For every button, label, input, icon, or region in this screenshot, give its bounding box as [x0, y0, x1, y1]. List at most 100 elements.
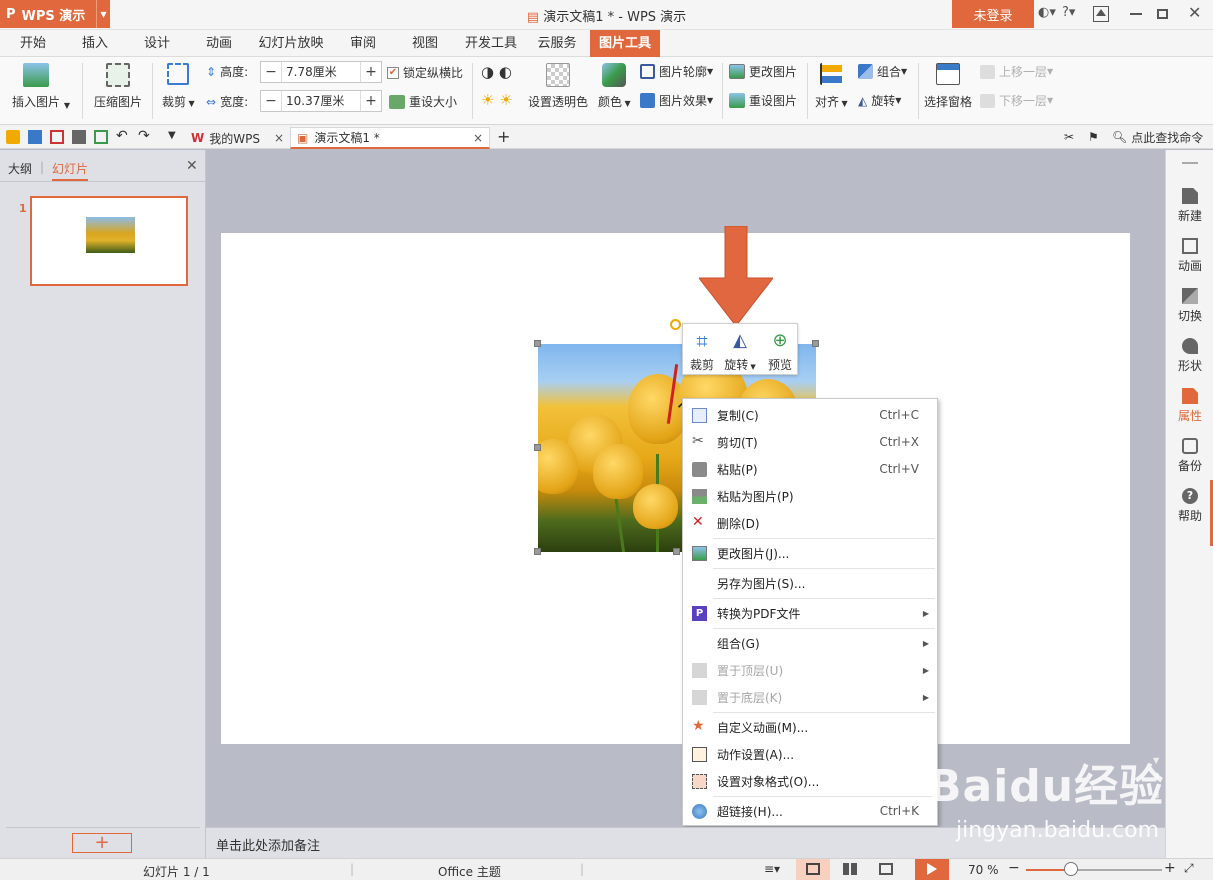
minimize-icon[interactable] — [1130, 13, 1142, 15]
menu-item-format-object[interactable]: 设置对象格式(O)... — [683, 768, 937, 794]
increase-height-button[interactable]: + — [361, 64, 381, 80]
new-tab-icon[interactable]: + — [497, 127, 511, 146]
rotate-button[interactable]: ◭ 旋转 ▼ — [858, 92, 901, 109]
zoom-out-icon[interactable]: − — [1008, 860, 1020, 876]
tab-picture-tools[interactable]: 图片工具 — [590, 30, 660, 57]
close-tab-icon[interactable]: × — [473, 131, 483, 145]
upload-icon[interactable] — [1093, 6, 1109, 22]
command-search[interactable]: 🔍︎ 点此查找命令 — [1112, 126, 1203, 148]
selection-pane-button[interactable]: 选择窗格 — [924, 63, 972, 110]
tab-outline[interactable]: 大纲 — [8, 160, 32, 177]
decrease-width-button[interactable]: − — [261, 93, 281, 109]
decrease-height-button[interactable]: − — [261, 64, 281, 80]
pin-icon[interactable]: ✂ — [1064, 130, 1078, 144]
menu-item-convert-pdf[interactable]: P 转换为PDF文件 ▶ — [683, 600, 937, 626]
slide-sorter-icon[interactable] — [843, 863, 857, 875]
print-icon[interactable] — [72, 130, 86, 144]
resize-handle[interactable] — [534, 340, 541, 347]
close-icon[interactable]: ✕ — [186, 158, 198, 174]
increase-width-button[interactable]: + — [361, 93, 381, 109]
menu-item-bring-to-front[interactable]: 置于顶层(U) ▶ — [683, 657, 937, 683]
reset-size-button[interactable]: 重设大小 — [389, 93, 457, 110]
right-transition-button[interactable]: 切换 — [1166, 288, 1213, 324]
tab-design[interactable]: 设计 — [132, 30, 182, 57]
zoom-slider-thumb[interactable] — [1064, 862, 1078, 876]
menu-item-hyperlink[interactable]: 超链接(H)... Ctrl+K — [683, 798, 937, 824]
notes-toggle-icon[interactable]: ≡▾ — [764, 862, 780, 876]
reading-view-icon[interactable] — [879, 863, 893, 875]
tab-animation[interactable]: 动画 — [194, 30, 244, 57]
export-pdf-icon[interactable] — [50, 130, 64, 144]
right-backup-button[interactable]: 备份 — [1166, 438, 1213, 474]
menu-item-save-as-picture[interactable]: 另存为图片(S)... — [683, 570, 937, 596]
menu-item-paste[interactable]: 粘贴(P) Ctrl+V — [683, 456, 937, 482]
set-transparent-color-button[interactable]: 设置透明色 — [528, 63, 588, 110]
menu-item-paste-as-picture[interactable]: 粘贴为图片(P) — [683, 483, 937, 509]
lock-ratio-checkbox[interactable]: ✔ 锁定纵横比 — [387, 64, 463, 81]
menu-item-delete[interactable]: ✕ 删除(D) — [683, 510, 937, 536]
insert-picture-button[interactable]: 插入图片 ▼ — [12, 63, 70, 110]
print-preview-icon[interactable] — [94, 130, 108, 144]
chevron-down-icon[interactable]: ▼ — [168, 130, 182, 144]
menu-item-copy[interactable]: 复制(C) Ctrl+C — [683, 402, 937, 428]
close-icon[interactable]: ✕ — [1188, 3, 1201, 22]
mini-crop-button[interactable]: ⌗ 裁剪 — [683, 324, 721, 376]
crop-button[interactable]: 裁剪 ▼ — [162, 63, 195, 110]
tab-insert[interactable]: 插入 — [70, 30, 120, 57]
flag-icon[interactable]: ⚑ — [1088, 130, 1102, 144]
login-button[interactable]: 未登录 — [952, 0, 1034, 28]
right-shapes-button[interactable]: 形状 — [1166, 338, 1213, 374]
rotate-handle[interactable] — [670, 319, 681, 330]
height-input[interactable]: 7.78厘米 — [281, 62, 361, 82]
picture-effects-button[interactable]: 图片效果 ▼ — [640, 92, 713, 109]
help-icon[interactable]: ?▾ — [1062, 5, 1075, 20]
resize-handle[interactable] — [673, 548, 680, 555]
redo-icon[interactable]: ↷ — [138, 129, 152, 144]
doc-tab-mywps[interactable]: W 我的WPS × — [186, 127, 288, 149]
bring-forward-button[interactable]: 上移一层 ▼ — [980, 63, 1053, 80]
change-picture-button[interactable]: 更改图片 — [729, 63, 797, 80]
resize-handle[interactable] — [812, 340, 819, 347]
skin-icon[interactable]: ◐▾ — [1038, 5, 1056, 20]
width-stepper[interactable]: − 10.37厘米 + — [260, 90, 382, 112]
normal-view-button[interactable] — [796, 859, 830, 880]
vertical-scrollbar[interactable]: ▼ ⇞ ⇟ — [1150, 150, 1164, 827]
tab-cloud[interactable]: 云服务 — [532, 30, 582, 57]
height-stepper[interactable]: − 7.78厘米 + — [260, 61, 382, 83]
compress-picture-button[interactable]: 压缩图片 — [94, 63, 142, 110]
save-icon[interactable] — [28, 130, 42, 144]
close-tab-icon[interactable]: × — [274, 131, 284, 145]
menu-item-change-picture[interactable]: 更改图片(J)... — [683, 540, 937, 566]
tab-view[interactable]: 视图 — [400, 30, 450, 57]
zoom-in-icon[interactable]: + — [1164, 860, 1176, 876]
resize-handle[interactable] — [534, 548, 541, 555]
contrast-button[interactable]: ◑ ◐ — [481, 63, 512, 81]
menu-item-custom-animation[interactable]: ★ 自定义动画(M)... — [683, 714, 937, 740]
menu-item-group[interactable]: 组合(G) ▶ — [683, 630, 937, 656]
width-input[interactable]: 10.37厘米 — [281, 91, 361, 111]
menu-item-action-settings[interactable]: 动作设置(A)... — [683, 741, 937, 767]
tab-home[interactable]: 开始 — [8, 30, 58, 57]
menu-item-send-to-back[interactable]: 置于底层(K) ▶ — [683, 684, 937, 710]
resize-handle[interactable] — [534, 444, 541, 451]
right-properties-button[interactable]: 属性 — [1166, 388, 1213, 424]
zoom-level[interactable]: 70 % — [968, 863, 999, 877]
send-backward-button[interactable]: 下移一层 ▼ — [980, 92, 1053, 109]
right-help-button[interactable]: ? 帮助 — [1166, 488, 1213, 524]
zoom-slider[interactable] — [1026, 869, 1162, 871]
right-animation-button[interactable]: 动画 — [1166, 238, 1213, 274]
play-slideshow-button[interactable] — [915, 859, 949, 880]
tab-developer[interactable]: 开发工具 — [462, 30, 520, 57]
add-slide-button[interactable]: + — [72, 833, 132, 853]
picture-outline-button[interactable]: 图片轮廓 ▼ — [640, 63, 713, 80]
reset-picture-button[interactable]: 重设图片 — [729, 92, 797, 109]
right-new-button[interactable]: 新建 — [1166, 188, 1213, 224]
mini-rotate-button[interactable]: ◭ 旋转 ▼ — [721, 324, 759, 376]
maximize-icon[interactable] — [1157, 9, 1168, 19]
brightness-button[interactable]: ☀ ☀ — [481, 91, 513, 109]
fit-window-icon[interactable]: ⤢ — [1184, 861, 1194, 876]
color-button[interactable]: 颜色 ▼ — [598, 63, 631, 110]
group-button[interactable]: 组合 ▼ — [858, 63, 907, 80]
tab-review[interactable]: 审阅 — [338, 30, 388, 57]
doc-tab-presentation[interactable]: ▣ 演示文稿1 * × — [290, 127, 490, 149]
